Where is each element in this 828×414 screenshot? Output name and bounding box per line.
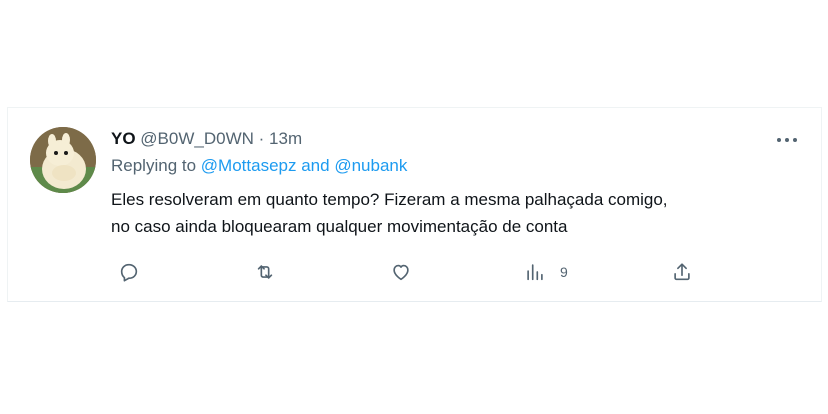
views-count: 9 xyxy=(560,264,568,280)
tweet-card[interactable]: YO @B0W_D0WN · 13m Replying to @Mottasep… xyxy=(7,107,822,302)
heart-icon xyxy=(393,264,409,281)
mention-link-nubank[interactable]: @nubank xyxy=(334,156,407,175)
share-icon xyxy=(674,263,690,281)
views-button[interactable]: 9 xyxy=(524,260,568,284)
tweet-header: YO @B0W_D0WN · 13m xyxy=(111,128,302,150)
share-button[interactable] xyxy=(671,260,693,284)
tweet-text-line: Eles resolveram em quanto tempo? Fizeram… xyxy=(111,190,668,209)
avatar-image xyxy=(30,127,96,193)
tweet-text-line: no caso ainda bloquearam qualquer movime… xyxy=(111,217,568,236)
tweet-text: Eles resolveram em quanto tempo? Fizeram… xyxy=(111,186,801,240)
tweet-actions: 9 xyxy=(111,260,711,284)
header-separator: · xyxy=(258,129,265,148)
views-icon xyxy=(527,264,543,281)
replying-to-label: Replying to xyxy=(111,156,197,175)
display-name[interactable]: YO xyxy=(111,129,136,148)
avatar[interactable] xyxy=(30,127,96,193)
user-handle[interactable]: @B0W_D0WN xyxy=(140,129,254,148)
replying-to-line: Replying to @Mottasepz and @nubank xyxy=(111,155,407,177)
reply-button[interactable] xyxy=(118,260,140,284)
retweet-icon xyxy=(257,265,273,279)
more-options-icon[interactable] xyxy=(775,135,799,145)
mention-link-mottasepz[interactable]: @Mottasepz xyxy=(201,156,297,175)
mention-conjunction[interactable]: and xyxy=(301,156,329,175)
retweet-button[interactable] xyxy=(254,260,276,284)
like-button[interactable] xyxy=(390,260,412,284)
reply-icon xyxy=(120,263,138,282)
tweet-timestamp[interactable]: 13m xyxy=(269,129,302,148)
